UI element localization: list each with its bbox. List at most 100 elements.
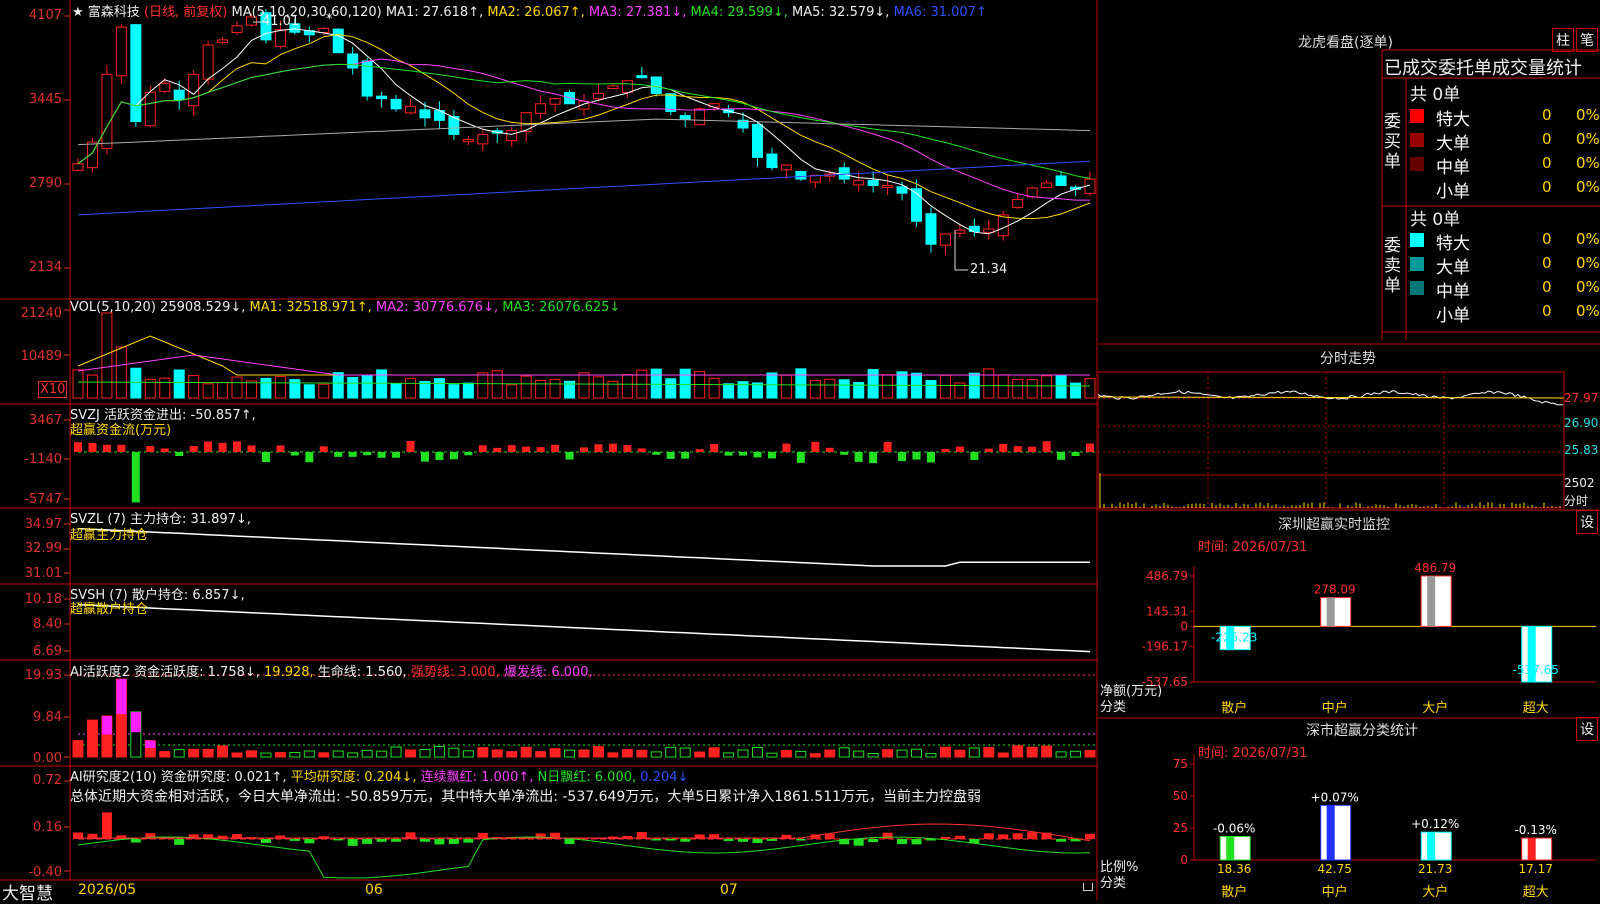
activity-bar bbox=[202, 748, 214, 758]
intraday-title[interactable]: 分时走势 bbox=[1320, 348, 1376, 368]
activity-bar bbox=[1070, 750, 1082, 758]
research-bar bbox=[983, 833, 994, 839]
money-flow-bar bbox=[637, 448, 646, 452]
vol-ma3: MA3: 26076.625↓ bbox=[502, 300, 621, 315]
star-icon[interactable]: ★ bbox=[72, 5, 84, 20]
ai2-summary: 总体近期大资金相对活跃，今日大单净流出: -50.859万元，其中特大单净流出:… bbox=[70, 789, 982, 805]
candle-body bbox=[274, 29, 286, 47]
activity-bar bbox=[376, 750, 388, 758]
candle-body bbox=[115, 26, 127, 77]
money-flow-bar bbox=[565, 452, 574, 460]
ai2-tick: -0.40 bbox=[28, 865, 62, 880]
money-flow-bar bbox=[449, 452, 458, 460]
candle-body bbox=[939, 233, 951, 246]
classify-settings-button[interactable]: 设 bbox=[1576, 717, 1598, 741]
volume-bar bbox=[202, 383, 214, 399]
volume-bar bbox=[130, 367, 142, 399]
svzj-tick: -1140 bbox=[24, 452, 62, 467]
volume-bar bbox=[997, 374, 1009, 399]
y-tick-label: 25 bbox=[1173, 821, 1188, 835]
candle-body bbox=[592, 93, 604, 100]
color-swatch bbox=[1410, 233, 1424, 247]
money-flow-bar bbox=[854, 452, 863, 462]
bar-mode-button[interactable]: 柱 bbox=[1552, 28, 1574, 52]
intraday-frame bbox=[1098, 371, 1565, 509]
sell-order-count: 0 bbox=[1542, 302, 1552, 320]
candle-body bbox=[506, 130, 518, 142]
buy-order-row: 特大 0 0% bbox=[1410, 104, 1600, 130]
svzl-line bbox=[77, 527, 1090, 567]
money-flow-bar bbox=[594, 444, 603, 452]
activity-bar bbox=[867, 752, 879, 758]
volume-bar bbox=[173, 369, 185, 399]
category-label: 超大 bbox=[1523, 885, 1549, 900]
research-bar bbox=[752, 839, 763, 844]
sell-order-label: 中单 bbox=[1436, 282, 1470, 302]
money-flow-bar bbox=[724, 452, 733, 456]
activity-bar bbox=[766, 752, 778, 758]
monitor-settings-button[interactable]: 设 bbox=[1576, 510, 1598, 534]
volume-bar bbox=[245, 380, 257, 399]
money-flow-bar bbox=[1086, 443, 1094, 452]
svzl-tick: 34.97 bbox=[24, 517, 62, 532]
activity-bar bbox=[361, 749, 373, 758]
intraday-tick: 25.83 bbox=[1564, 443, 1599, 457]
brand-logo: 大智慧 bbox=[2, 884, 53, 904]
chart-mode[interactable]: (日线, 前复权) bbox=[144, 5, 227, 20]
date-label: 2026/05 bbox=[78, 882, 137, 898]
ai2-legend: AI研究度2(10) 资金研究度: 0.021↑, 平均研究度: 0.204↓,… bbox=[70, 766, 688, 785]
volume-bar bbox=[376, 369, 388, 399]
candle-body bbox=[1055, 175, 1067, 186]
y-tick-label: 50 bbox=[1173, 789, 1188, 803]
activity-bar bbox=[390, 746, 402, 758]
activity-bar bbox=[896, 749, 908, 758]
research-bar bbox=[622, 835, 633, 839]
buy-total: 共 0单 bbox=[1410, 85, 1461, 105]
buy-order-label: 小单 bbox=[1436, 182, 1470, 202]
svzj-sub: 超赢资金流(万元) bbox=[70, 423, 172, 438]
candle-body bbox=[867, 179, 879, 186]
money-flow-bar bbox=[1028, 446, 1037, 452]
kline-area[interactable]: ★ 富森科技 (日线, 前复权) MA(5,10,20,30,60,120) M… bbox=[0, 0, 1098, 904]
research-bar bbox=[795, 839, 806, 841]
money-flow-bar bbox=[175, 452, 184, 456]
activity-bar bbox=[318, 752, 330, 758]
research-bar bbox=[940, 836, 951, 839]
research-bar bbox=[954, 835, 965, 839]
money-flow-bar bbox=[898, 452, 907, 462]
ma-legend: ★ 富森科技 (日线, 前复权) MA(5,10,20,30,60,120) M… bbox=[72, 1, 987, 20]
lock-icon[interactable] bbox=[1083, 883, 1093, 891]
activity-bar bbox=[303, 750, 315, 758]
activity-bar bbox=[751, 747, 763, 758]
vol-value: 25908.529↓, bbox=[160, 300, 246, 315]
activity-bar bbox=[592, 746, 604, 758]
bar-ratio-label: 17.17 bbox=[1519, 862, 1553, 876]
money-flow-bar bbox=[74, 442, 82, 452]
activity-bar bbox=[260, 752, 272, 758]
bar-value-label: +0.07% bbox=[1311, 790, 1359, 804]
volume-bar bbox=[983, 368, 995, 399]
candle-body bbox=[332, 28, 344, 54]
sell-order-percent: 0% bbox=[1576, 254, 1600, 272]
volume-bar bbox=[780, 374, 792, 399]
kline-chart-canvas[interactable] bbox=[0, 0, 1098, 900]
research-bar bbox=[723, 839, 734, 842]
money-flow-bar bbox=[204, 441, 213, 452]
activity-bar bbox=[159, 751, 171, 758]
svzl-tick: 32.99 bbox=[24, 541, 62, 556]
sell-order-row: 小单 0 0% bbox=[1410, 300, 1600, 326]
activity-bar bbox=[694, 751, 706, 758]
candle-body bbox=[621, 80, 633, 93]
tick-mode-button[interactable]: 笔 bbox=[1576, 28, 1598, 52]
candle-body bbox=[607, 85, 619, 89]
bar-shade bbox=[1427, 576, 1436, 627]
money-flow-bar bbox=[522, 446, 531, 452]
y-tick-label: 145.31 bbox=[1146, 604, 1188, 618]
vol-ma2: MA2: 30776.676↓, bbox=[375, 300, 499, 315]
money-flow-bar bbox=[666, 452, 675, 459]
buy-order-count: 0 bbox=[1542, 178, 1552, 196]
activity-bar bbox=[1012, 745, 1024, 758]
bar bbox=[1219, 835, 1251, 861]
sell-order-row: 中单 0 0% bbox=[1410, 276, 1600, 302]
volume-bar bbox=[650, 368, 662, 399]
